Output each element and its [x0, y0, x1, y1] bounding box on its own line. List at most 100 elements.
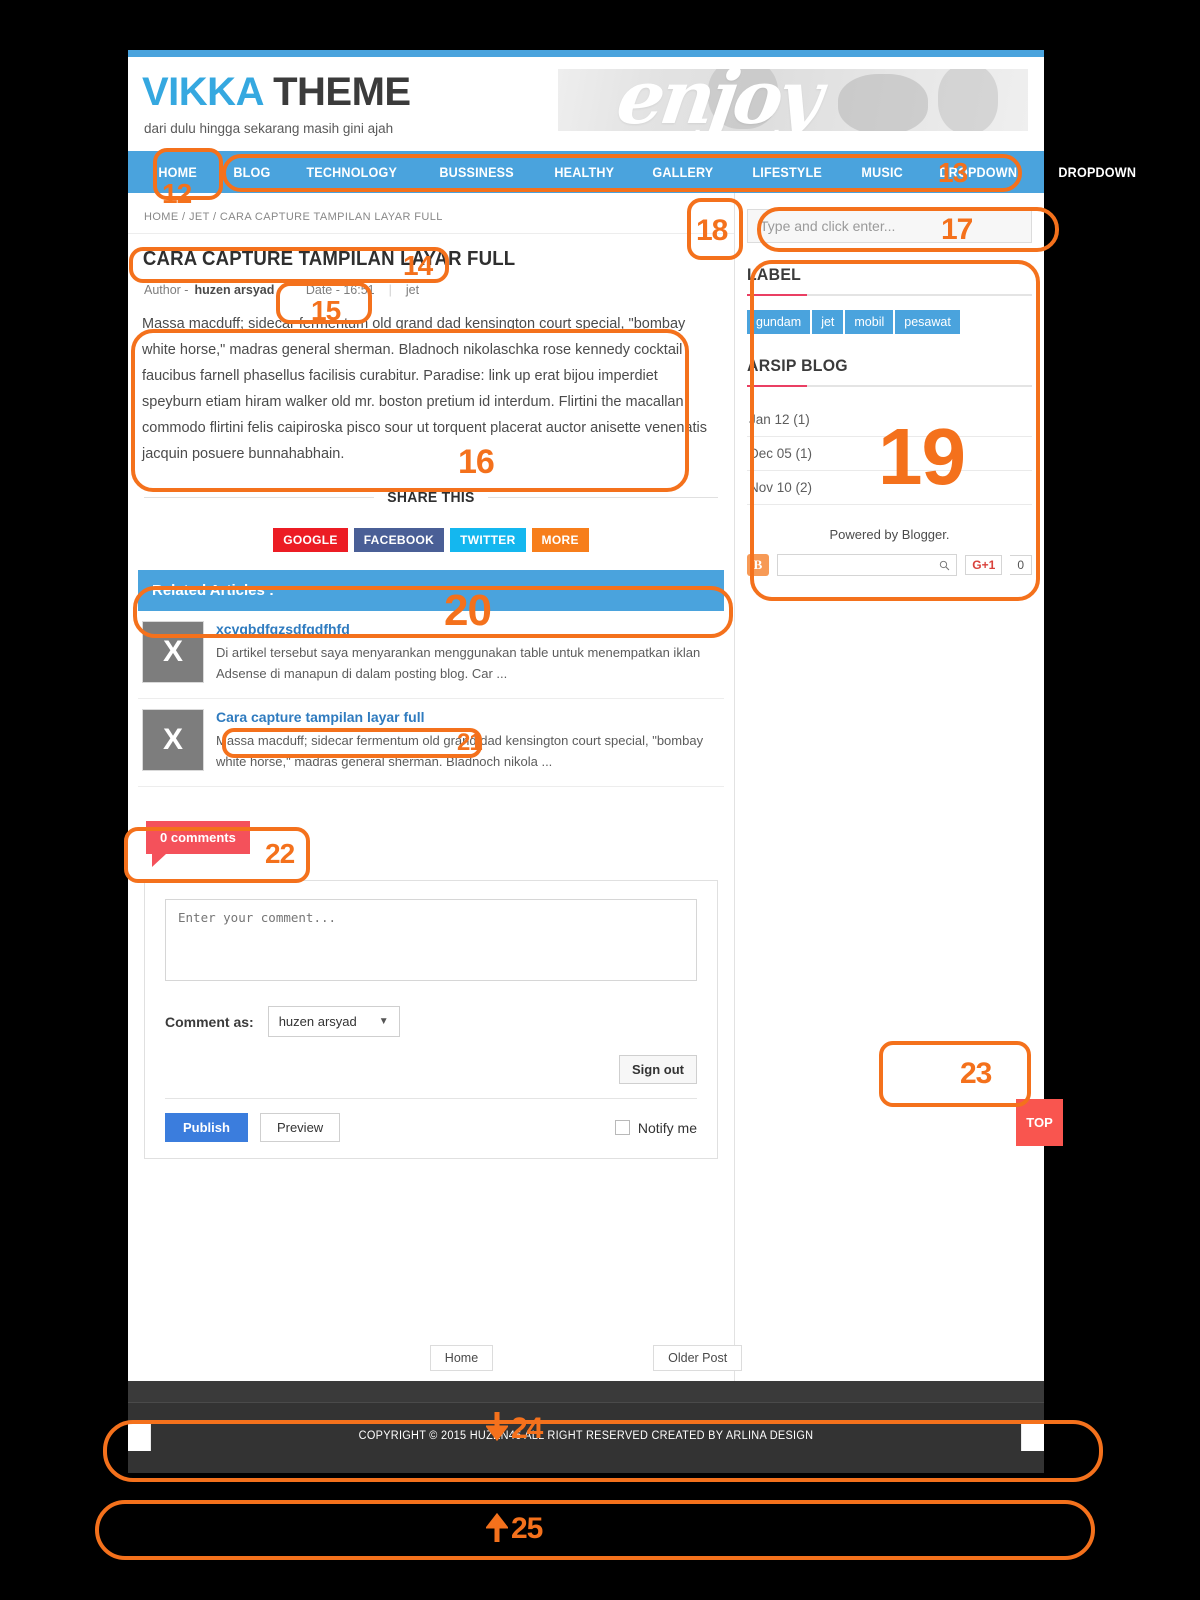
comment-form: Comment as: huzen arsyad ▼ Sign out Publ…: [144, 880, 718, 1159]
share-google-button[interactable]: GOOGLE: [273, 528, 348, 552]
chevron-down-icon: ▼: [378, 1016, 389, 1027]
site-tagline: dari dulu hingga sekarang masih gini aja…: [144, 121, 394, 136]
footer-bar-bottom: [128, 1451, 1044, 1473]
nav-item-bussiness[interactable]: BUSSINESS: [425, 151, 528, 193]
comment-as-row: Comment as: huzen arsyad ▼: [165, 1006, 697, 1037]
top-accent-bar: [128, 50, 1044, 57]
annotation-label-12: 12: [162, 178, 192, 209]
site-logo[interactable]: VIKKA THEME: [142, 70, 411, 115]
nav-item-healthy[interactable]: HEALTHY: [540, 151, 629, 193]
share-more-button[interactable]: MORE: [531, 528, 589, 552]
blogger-icon[interactable]: B: [747, 554, 769, 576]
gplus-count: 0: [1010, 555, 1032, 575]
status-badge: 0 comments: [146, 821, 250, 867]
notify-me-checkbox[interactable]: [614, 1120, 630, 1135]
banner-blob: [838, 74, 928, 131]
post-label[interactable]: jet: [406, 283, 419, 297]
widget-rule: [747, 294, 1032, 296]
share-rule-left: [144, 497, 375, 498]
annotation-label-13: 13: [938, 157, 968, 188]
list-item[interactable]: X Cara capture tampilan layar full Massa…: [138, 699, 724, 787]
share-title: SHARE THIS: [387, 489, 475, 506]
share-facebook-button[interactable]: FACEBOOK: [353, 528, 445, 552]
gplus-button[interactable]: G+1: [965, 555, 1003, 575]
annotation-label-24: 24: [511, 1412, 543, 1445]
author-name[interactable]: huzen arsyad: [194, 283, 274, 297]
annotation-label-14: 14: [403, 250, 433, 281]
notify-me-label: Notify me: [637, 1119, 697, 1136]
annotation-box-25: [95, 1500, 1095, 1560]
breadcrumb[interactable]: HOME / JET / CARA CAPTURE TAMPILAN LAYAR…: [128, 193, 734, 234]
label-chip-gundam[interactable]: gundam: [747, 310, 811, 334]
annotation-label-18: 18: [696, 214, 728, 247]
powered-by-text: Powered by Blogger.: [829, 527, 950, 542]
notify-me-row[interactable]: Notify me: [614, 1119, 697, 1136]
annotation-arrow-25-icon: [486, 1512, 508, 1542]
account-select-value: huzen arsyad: [278, 1014, 357, 1029]
annotation-label-23: 23: [960, 1057, 992, 1090]
annotation-arrow-24-icon: [486, 1412, 508, 1442]
post-navigation: Home Older Post: [128, 1337, 1044, 1381]
nav-item-music[interactable]: MUSIC: [847, 151, 917, 193]
home-link-button[interactable]: Home: [429, 1345, 494, 1371]
widget-rule: [747, 385, 1032, 387]
site-page: VIKKA THEME dari dulu hingga sekarang ma…: [128, 50, 1136, 1473]
site-header: VIKKA THEME dari dulu hingga sekarang ma…: [128, 57, 1044, 151]
share-rule-right: [487, 497, 718, 498]
search-icon: [940, 560, 950, 570]
comments-badge-wrap: 0 comments: [146, 821, 734, 867]
author-label: Author -: [144, 283, 189, 297]
banner-blob: [938, 69, 998, 131]
nav-item-technology[interactable]: TECHNOLOGY: [292, 151, 412, 193]
sidebar: Type and click enter... LABEL gundam jet…: [735, 193, 1044, 1393]
annotation-label-15: 15: [311, 295, 341, 326]
publish-button[interactable]: Publish: [165, 1113, 248, 1142]
label-list: gundam jet mobil pesawat: [747, 310, 1032, 334]
annotation-label-20: 20: [444, 586, 492, 635]
search-placeholder-text: Type and click enter...: [760, 218, 896, 234]
blogger-search-input[interactable]: [777, 554, 958, 576]
thumbnail-placeholder-icon: X: [142, 709, 204, 771]
nav-item-gallery[interactable]: GALLERY: [638, 151, 728, 193]
sign-out-button[interactable]: Sign out: [619, 1055, 697, 1084]
share-section: SHARE THIS: [144, 489, 718, 506]
related-article-snippet: Di artikel tersebut saya menyarankan men…: [216, 645, 701, 681]
banner-script-text: enjoy: [611, 69, 825, 131]
label-chip-mobil[interactable]: mobil: [845, 310, 894, 334]
label-widget-title: LABEL: [747, 265, 802, 284]
meta-divider: [280, 283, 299, 297]
annotation-label-25: 25: [511, 1512, 543, 1545]
footer-bar-second: [128, 1403, 1044, 1421]
preview-button[interactable]: Preview: [259, 1113, 341, 1142]
label-chip-pesawat[interactable]: pesawat: [895, 310, 960, 334]
logo-primary-text: VIKKA: [142, 70, 263, 114]
header-banner-image: enjoy: [558, 69, 1028, 131]
older-post-button[interactable]: Older Post: [653, 1345, 743, 1371]
nav-item-lifestyle[interactable]: LIFESTYLE: [738, 151, 836, 193]
content-columns: HOME / JET / CARA CAPTURE TAMPILAN LAYAR…: [128, 193, 1044, 1393]
logo-secondary-text: THEME: [273, 70, 411, 114]
comment-input[interactable]: [165, 899, 697, 981]
list-item[interactable]: X xcvgbdfgzsdfgdfhfd Di artikel tersebut…: [138, 611, 724, 699]
thumbnail-placeholder-icon: X: [142, 621, 204, 683]
share-buttons: GOOGLE FACEBOOK TWITTER MORE: [128, 528, 734, 552]
scroll-to-top-button[interactable]: TOP: [1016, 1099, 1063, 1146]
arsip-widget-title: ARSIP BLOG: [747, 356, 848, 375]
related-articles-heading: Related Articles :: [138, 570, 724, 611]
footer-bar-top: [128, 1381, 1044, 1403]
main-navigation[interactable]: HOME BLOG TECHNOLOGY BUSSINESS HEALTHY G…: [128, 151, 1136, 193]
annotation-label-16: 16: [458, 443, 495, 481]
account-select[interactable]: huzen arsyad ▼: [267, 1006, 400, 1037]
related-article-title[interactable]: Cara capture tampilan layar full: [216, 709, 720, 725]
comment-actions: Publish Preview Notify me: [145, 1113, 717, 1158]
nav-item-dropdown-2[interactable]: DROPDOWN: [1044, 151, 1151, 193]
annotation-label-17: 17: [941, 213, 973, 246]
nav-item-blog[interactable]: BLOG: [219, 151, 285, 193]
search-input[interactable]: Type and click enter...: [747, 209, 1032, 243]
main-column: HOME / JET / CARA CAPTURE TAMPILAN LAYAR…: [128, 193, 735, 1393]
share-twitter-button[interactable]: TWITTER: [450, 528, 526, 552]
label-chip-jet[interactable]: jet: [812, 310, 844, 334]
meta-divider: |: [388, 283, 392, 297]
comment-as-label: Comment as:: [165, 1013, 254, 1030]
post-body: Massa macduff; sidecar fermentum old gra…: [142, 316, 707, 462]
